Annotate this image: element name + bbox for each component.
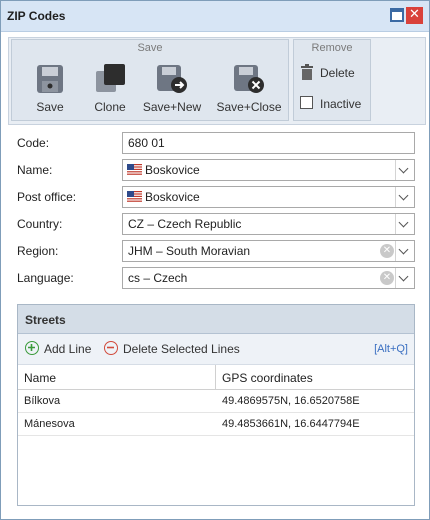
chevron-down-icon[interactable] xyxy=(395,268,414,288)
us-flag-icon xyxy=(127,191,142,202)
column-header-name[interactable]: Name xyxy=(24,371,56,385)
region-row: Region: JHM – South Moravian ✕ xyxy=(8,240,424,262)
streets-panel: Streets Add Line Delete Selected Lines [… xyxy=(17,304,415,506)
save-group: Save Save Clone Save+New Save+Close xyxy=(11,39,289,121)
chevron-down-icon[interactable] xyxy=(395,187,414,207)
minus-circle-icon xyxy=(104,341,118,355)
delete-button[interactable]: Delete xyxy=(300,64,364,84)
window-title: ZIP Codes xyxy=(7,9,66,23)
country-row: Country: CZ – Czech Republic xyxy=(8,213,424,235)
region-field[interactable]: JHM – South Moravian ✕ xyxy=(122,240,415,262)
save-new-icon xyxy=(157,65,187,93)
add-line-button[interactable]: Add Line xyxy=(25,341,105,357)
table-row[interactable]: Bílkova 49.4869575N, 16.6520758E xyxy=(18,390,414,413)
language-field[interactable]: cs – Czech ✕ xyxy=(122,267,415,289)
clone-button[interactable]: Clone xyxy=(78,58,142,116)
grid-header: Name GPS coordinates xyxy=(18,365,414,390)
clear-icon[interactable]: ✕ xyxy=(380,271,394,285)
post-office-field[interactable]: Boskovice xyxy=(122,186,415,208)
code-row: Code: 680 01 xyxy=(8,132,424,154)
remove-group: Remove Delete Inactive xyxy=(293,39,371,121)
country-field[interactable]: CZ – Czech Republic xyxy=(122,213,415,235)
delete-selected-lines-button[interactable]: Delete Selected Lines xyxy=(104,341,254,357)
save-new-button[interactable]: Save+New xyxy=(138,58,206,116)
name-row: Name: Boskovice xyxy=(8,159,424,181)
checkbox-box[interactable] xyxy=(300,96,313,109)
shortcut-hint: [Alt+Q] xyxy=(374,343,408,355)
column-header-gps[interactable]: GPS coordinates xyxy=(222,371,313,385)
streets-header: Streets xyxy=(18,305,414,334)
zip-codes-window: ZIP Codes ✕ Save Save Clone Save+New Sav… xyxy=(0,0,430,520)
ribbon: Save Save Clone Save+New Save+Close Remo… xyxy=(8,37,426,125)
plus-circle-icon xyxy=(25,341,39,355)
save-button[interactable]: Save xyxy=(16,58,84,116)
code-field[interactable]: 680 01 xyxy=(122,132,415,154)
maximize-icon[interactable] xyxy=(390,8,404,22)
clear-icon[interactable]: ✕ xyxy=(380,244,394,258)
chevron-down-icon[interactable] xyxy=(395,214,414,234)
close-icon[interactable]: ✕ xyxy=(406,7,423,24)
post-office-row: Post office: Boskovice xyxy=(8,186,424,208)
inactive-checkbox[interactable]: Inactive xyxy=(300,95,370,115)
name-field[interactable]: Boskovice xyxy=(122,159,415,181)
clone-icon xyxy=(96,64,125,92)
save-close-button[interactable]: Save+Close xyxy=(212,58,286,116)
remove-group-label: Remove xyxy=(311,42,353,54)
save-icon xyxy=(37,65,63,93)
table-row[interactable]: Mánesova 49.4853661N, 16.6447794E xyxy=(18,413,414,436)
save-group-label: Save xyxy=(137,42,163,54)
column-divider[interactable] xyxy=(215,365,216,389)
trash-icon xyxy=(301,64,313,80)
save-close-icon xyxy=(234,65,264,93)
chevron-down-icon[interactable] xyxy=(395,160,414,180)
title-bar: ZIP Codes ✕ xyxy=(1,1,429,32)
chevron-down-icon[interactable] xyxy=(395,241,414,261)
language-row: Language: cs – Czech ✕ xyxy=(8,267,424,289)
streets-toolbar: Add Line Delete Selected Lines [Alt+Q] xyxy=(18,334,414,365)
us-flag-icon xyxy=(127,164,142,175)
